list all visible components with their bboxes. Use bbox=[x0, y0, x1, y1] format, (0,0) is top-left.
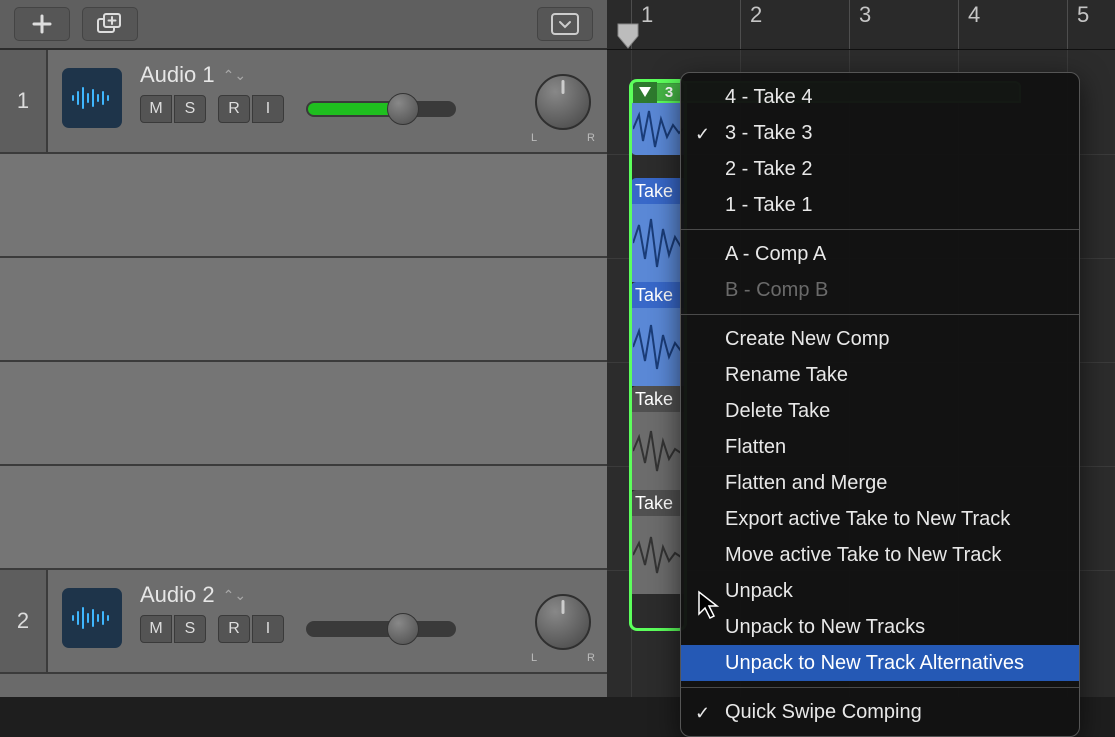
pan-l-label: L bbox=[531, 132, 537, 144]
audio-waveform-icon[interactable] bbox=[62, 68, 122, 128]
check-icon: ✓ bbox=[695, 121, 710, 147]
track-list: 1 Audio 1⌃⌄ M S R I L R bbox=[0, 50, 607, 697]
volume-slider[interactable] bbox=[306, 621, 456, 637]
take-count-badge: 3 bbox=[657, 84, 681, 101]
menu-item-take-2[interactable]: 2 - Take 2 bbox=[681, 151, 1079, 187]
menu-item-take-4[interactable]: 4 - Take 4 bbox=[681, 79, 1079, 115]
volume-knob[interactable] bbox=[387, 613, 419, 645]
take-waveform bbox=[631, 412, 685, 490]
menu-item-delete-take[interactable]: Delete Take bbox=[681, 393, 1079, 429]
menu-separator bbox=[681, 314, 1079, 315]
updown-icon: ⌃⌄ bbox=[223, 587, 246, 604]
record-enable-button[interactable]: R bbox=[218, 615, 250, 643]
take-label: Take bbox=[631, 386, 685, 412]
menu-item-unpack-to-new-tracks[interactable]: Unpack to New Tracks bbox=[681, 609, 1079, 645]
track-row[interactable]: 1 Audio 1⌃⌄ M S R I L R bbox=[0, 50, 607, 154]
track-header: Audio 2⌃⌄ M S R I L R bbox=[48, 570, 607, 672]
comp-region-waveform[interactable] bbox=[631, 103, 685, 155]
take-label: Take bbox=[631, 282, 685, 308]
audio-waveform-icon[interactable] bbox=[62, 588, 122, 648]
menu-item-comp-b: B - Comp B bbox=[681, 272, 1079, 308]
mute-button[interactable]: M bbox=[140, 95, 172, 123]
duplicate-track-button[interactable] bbox=[82, 7, 138, 41]
duplicate-icon bbox=[96, 13, 124, 35]
pan-knob[interactable] bbox=[535, 594, 591, 650]
take-waveform bbox=[631, 204, 685, 282]
ruler-tick: 5 bbox=[1077, 2, 1089, 28]
add-track-button[interactable] bbox=[14, 7, 70, 41]
menu-item-flatten-and-merge[interactable]: Flatten and Merge bbox=[681, 465, 1079, 501]
volume-slider[interactable] bbox=[306, 101, 456, 117]
pan-r-label: R bbox=[587, 132, 595, 144]
track-name[interactable]: Audio 2⌃⌄ bbox=[140, 582, 593, 608]
take-region[interactable]: Take bbox=[631, 282, 685, 386]
solo-button[interactable]: S bbox=[174, 615, 206, 643]
input-monitor-button[interactable]: I bbox=[252, 95, 284, 123]
menu-item-rename-take[interactable]: Rename Take bbox=[681, 357, 1079, 393]
check-icon: ✓ bbox=[695, 700, 710, 726]
ruler-tick: 3 bbox=[859, 2, 871, 28]
take-lane[interactable] bbox=[0, 258, 607, 362]
track-name[interactable]: Audio 1⌃⌄ bbox=[140, 62, 593, 88]
menu-item-create-new-comp[interactable]: Create New Comp bbox=[681, 321, 1079, 357]
take-region[interactable]: Take bbox=[631, 490, 685, 594]
ruler-tick: 1 bbox=[641, 2, 653, 28]
panel-chevron-icon bbox=[551, 13, 579, 35]
ruler-tick: 2 bbox=[750, 2, 762, 28]
ruler-tick: 4 bbox=[968, 2, 980, 28]
volume-knob[interactable] bbox=[387, 93, 419, 125]
take-label: Take bbox=[631, 490, 685, 516]
take-label: Take bbox=[631, 178, 685, 204]
menu-item-take-3[interactable]: ✓3 - Take 3 bbox=[681, 115, 1079, 151]
solo-button[interactable]: S bbox=[174, 95, 206, 123]
take-lane[interactable] bbox=[0, 154, 607, 258]
menu-item-move-active-take[interactable]: Move active Take to New Track bbox=[681, 537, 1079, 573]
menu-item-take-1[interactable]: 1 - Take 1 bbox=[681, 187, 1079, 223]
playhead[interactable] bbox=[616, 22, 640, 50]
take-lane[interactable] bbox=[0, 466, 607, 570]
menu-separator bbox=[681, 229, 1079, 230]
pan-l-label: L bbox=[531, 652, 537, 664]
take-waveform bbox=[631, 516, 685, 594]
track-toolbar bbox=[0, 0, 607, 50]
take-folder-context-menu: 4 - Take 4 ✓3 - Take 3 2 - Take 2 1 - Ta… bbox=[680, 72, 1080, 737]
mute-button[interactable]: M bbox=[140, 615, 172, 643]
timeline-ruler[interactable]: 1 2 3 4 5 bbox=[607, 0, 1115, 50]
track-number: 2 bbox=[0, 570, 48, 672]
menu-item-comp-a[interactable]: A - Comp A bbox=[681, 236, 1079, 272]
track-header: Audio 1⌃⌄ M S R I L R bbox=[48, 50, 607, 152]
menu-item-flatten[interactable]: Flatten bbox=[681, 429, 1079, 465]
take-region[interactable]: Take bbox=[631, 178, 685, 282]
take-lane[interactable] bbox=[0, 362, 607, 466]
pan-r-label: R bbox=[587, 652, 595, 664]
view-options-button[interactable] bbox=[537, 7, 593, 41]
plus-icon bbox=[31, 13, 53, 35]
record-enable-button[interactable]: R bbox=[218, 95, 250, 123]
pan-knob[interactable] bbox=[535, 74, 591, 130]
menu-item-quick-swipe-comping[interactable]: ✓Quick Swipe Comping bbox=[681, 694, 1079, 730]
menu-separator bbox=[681, 687, 1079, 688]
updown-icon: ⌃⌄ bbox=[223, 67, 246, 84]
take-region[interactable]: Take bbox=[631, 386, 685, 490]
track-number: 1 bbox=[0, 50, 48, 152]
input-monitor-button[interactable]: I bbox=[252, 615, 284, 643]
menu-item-export-active-take[interactable]: Export active Take to New Track bbox=[681, 501, 1079, 537]
take-waveform bbox=[631, 308, 685, 386]
track-row[interactable]: 2 Audio 2⌃⌄ M S R I L R bbox=[0, 570, 607, 674]
disclosure-triangle-icon[interactable] bbox=[633, 81, 657, 103]
menu-item-unpack-to-new-track-alternatives[interactable]: Unpack to New Track Alternatives bbox=[681, 645, 1079, 681]
menu-item-unpack[interactable]: Unpack bbox=[681, 573, 1079, 609]
